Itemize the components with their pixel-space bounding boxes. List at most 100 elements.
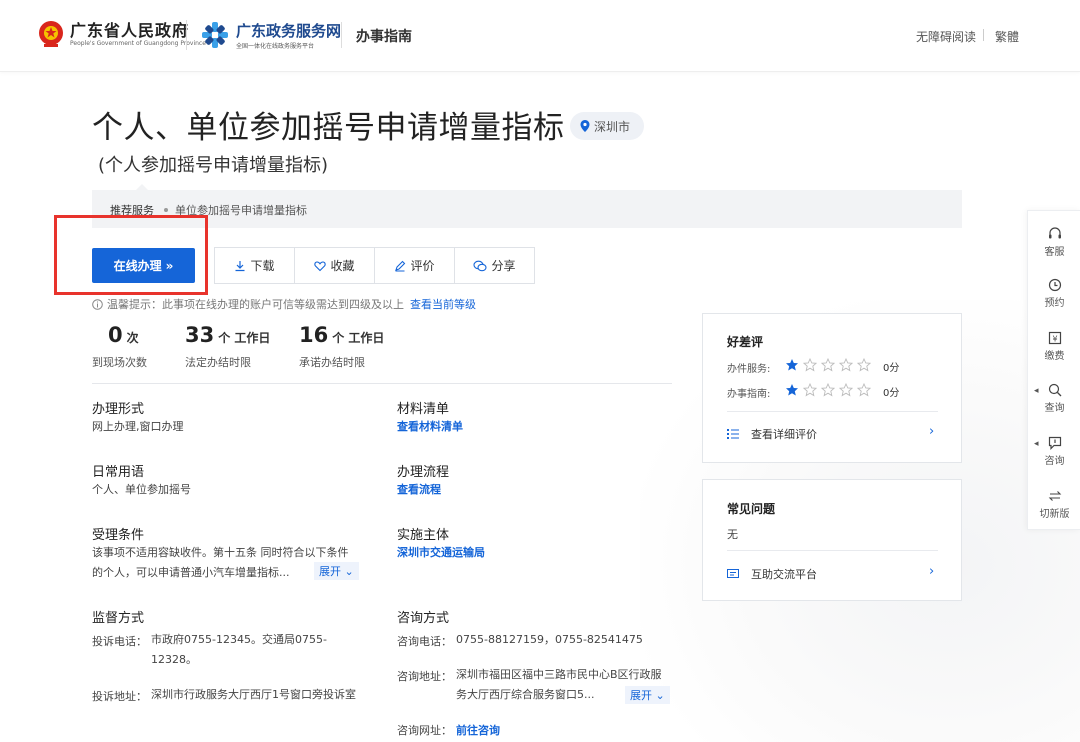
condition-line1: 该事项不适用容缺收件。第十五条 同时符合以下条件 bbox=[92, 546, 349, 559]
process-title: 办理流程 bbox=[397, 465, 450, 480]
chevron-right-icon[interactable]: › bbox=[929, 564, 934, 579]
header-divider bbox=[341, 22, 342, 48]
star-empty-icon bbox=[821, 383, 835, 397]
panel-divider bbox=[727, 411, 938, 412]
rating-title: 好差评 bbox=[727, 335, 764, 349]
entity-link[interactable]: 深圳市交通运输局 bbox=[397, 544, 485, 560]
gd-service-title[interactable]: 广东政务服务网 bbox=[236, 20, 341, 41]
process-link[interactable]: 查看流程 bbox=[397, 481, 441, 497]
favorite-button[interactable]: 收藏 bbox=[295, 248, 375, 283]
condition-title: 受理条件 bbox=[92, 528, 145, 543]
guide-rating-score: 0分 bbox=[883, 388, 900, 399]
stat-legal-unit: 个 工作日 bbox=[218, 331, 271, 345]
entity-title: 实施主体 bbox=[397, 528, 450, 543]
booking-button[interactable]: 预约 bbox=[1028, 278, 1080, 309]
favorite-label: 收藏 bbox=[330, 259, 355, 273]
gd-service-subtitle: 全国一体化在线政务服务平台 bbox=[236, 43, 315, 50]
complaint-phone-key: 投诉电话： bbox=[92, 635, 147, 648]
service-star-rating bbox=[785, 358, 871, 372]
expand-label: 展开 bbox=[319, 565, 341, 578]
exchange-platform-label: 互助交流平台 bbox=[751, 568, 817, 581]
common-value: 个人、单位参加摇号 bbox=[92, 483, 191, 496]
location-pin-icon bbox=[580, 120, 590, 132]
online-apply-label: 在线办理 bbox=[113, 259, 162, 273]
stat-legal-number: 33 bbox=[185, 323, 215, 347]
tip-text: 温馨提示：此事项在线办理的账户可信等级需达到四级及以上 bbox=[107, 298, 404, 311]
customer-service-button[interactable]: 客服 bbox=[1028, 227, 1080, 258]
floating-toolbar: 客服 预约 ¥ 缴费 ◂ 查询 ◂ 咨询 切新版 bbox=[1027, 210, 1080, 530]
star-filled-icon bbox=[786, 359, 798, 371]
warm-tip: 温馨提示：此事项在线办理的账户可信等级需达到四级及以上 查看当前等级 bbox=[92, 296, 476, 312]
condition-line2: 的个人，可以申请普通小汽车增量指标... bbox=[92, 566, 290, 579]
download-label: 下载 bbox=[250, 259, 275, 273]
message-icon bbox=[1048, 436, 1061, 450]
faq-panel bbox=[702, 479, 962, 601]
consult-phone-key: 咨询电话： bbox=[397, 635, 452, 648]
complaint-address-value: 深圳市行政服务大厅西厅1号窗口旁投诉室 bbox=[151, 688, 356, 701]
star-filled-icon bbox=[786, 384, 798, 396]
supervise-title: 监督方式 bbox=[92, 611, 145, 626]
switch-version-button[interactable]: 切新版 bbox=[1028, 489, 1080, 520]
page-title: 个人、单位参加摇号申请增量指标 bbox=[92, 110, 565, 146]
page-subtitle: (个人参加摇号申请增量指标) bbox=[98, 155, 329, 176]
materials-link[interactable]: 查看材料清单 bbox=[397, 418, 463, 434]
payment-icon: ¥ bbox=[1048, 331, 1061, 345]
star-empty-icon bbox=[857, 383, 871, 397]
search-button[interactable]: 查询 bbox=[1028, 383, 1080, 414]
location-badge[interactable]: 深圳市 bbox=[570, 112, 644, 140]
stat-visits: 0次 bbox=[108, 323, 139, 347]
exchange-platform-link[interactable]: 互助交流平台 bbox=[727, 566, 817, 582]
stat-visits-number: 0 bbox=[108, 323, 123, 347]
mode-title: 办理形式 bbox=[92, 402, 145, 417]
star-empty-icon bbox=[803, 383, 817, 397]
star-empty-icon bbox=[839, 358, 853, 372]
guide-rating-label: 办事指南: bbox=[727, 389, 771, 400]
consult-button[interactable]: 咨询 bbox=[1028, 436, 1080, 467]
section-divider bbox=[92, 383, 672, 384]
guide-star-rating bbox=[785, 383, 871, 397]
pay-button[interactable]: ¥ 缴费 bbox=[1028, 331, 1080, 362]
consult-web-key: 咨询网址： bbox=[397, 724, 452, 737]
clock-icon bbox=[1048, 278, 1061, 292]
gd-government-title[interactable]: 广东省人民政府 bbox=[70, 17, 189, 41]
consult-address-key: 咨询地址： bbox=[397, 670, 452, 683]
star-empty-icon bbox=[839, 383, 853, 397]
stat-promise-number: 16 bbox=[299, 323, 329, 347]
pencil-icon bbox=[395, 260, 406, 272]
complaint-address-key: 投诉地址： bbox=[92, 690, 147, 703]
condition-expand-button[interactable]: 展开 ⌄ bbox=[314, 562, 359, 580]
service-rating-score: 0分 bbox=[883, 363, 900, 374]
double-chevron-icon: » bbox=[165, 258, 174, 273]
section-title: 办事指南 bbox=[356, 29, 412, 45]
accessibility-link[interactable]: 无障碍阅读 bbox=[916, 28, 976, 45]
download-button[interactable]: 下载 bbox=[215, 248, 295, 283]
share-button[interactable]: 分享 bbox=[455, 248, 534, 283]
consult-expand-button[interactable]: 展开 ⌄ bbox=[625, 686, 670, 704]
pay-label: 缴费 bbox=[1044, 351, 1065, 362]
gd-service-logo-icon bbox=[202, 22, 228, 48]
customer-service-label: 客服 bbox=[1044, 247, 1065, 258]
star-empty-icon bbox=[821, 358, 835, 372]
common-title: 日常用语 bbox=[92, 465, 145, 480]
chevron-right-icon[interactable]: › bbox=[929, 424, 934, 439]
stat-promise-unit: 个 工作日 bbox=[332, 331, 385, 345]
online-apply-button[interactable]: 在线办理 » bbox=[92, 248, 195, 283]
traditional-chinese-link[interactable]: 繁體 bbox=[995, 28, 1019, 45]
star-empty-icon bbox=[857, 358, 871, 372]
national-emblem-icon bbox=[39, 21, 63, 47]
check-level-link[interactable]: 查看当前等级 bbox=[410, 296, 476, 312]
header-link-separator bbox=[983, 29, 984, 41]
action-button-group: 下载 收藏 评价 分享 bbox=[214, 247, 535, 284]
review-button[interactable]: 评价 bbox=[375, 248, 455, 283]
stat-promise-label: 承诺办结时限 bbox=[299, 356, 365, 369]
location-label: 深圳市 bbox=[594, 119, 631, 134]
search-icon bbox=[1048, 383, 1061, 397]
chevron-down-icon: ⌄ bbox=[655, 689, 665, 702]
expand-label: 展开 bbox=[630, 689, 652, 702]
stat-visits-label: 到现场次数 bbox=[92, 356, 147, 369]
consult-web-link[interactable]: 前往咨询 bbox=[456, 722, 500, 738]
detail-review-link[interactable]: 查看详细评价 bbox=[727, 426, 817, 442]
consult-phone-value: 0755-88127159，0755-82541475 bbox=[456, 633, 643, 646]
share-label: 分享 bbox=[491, 259, 516, 273]
consult-label: 咨询 bbox=[1044, 456, 1065, 467]
